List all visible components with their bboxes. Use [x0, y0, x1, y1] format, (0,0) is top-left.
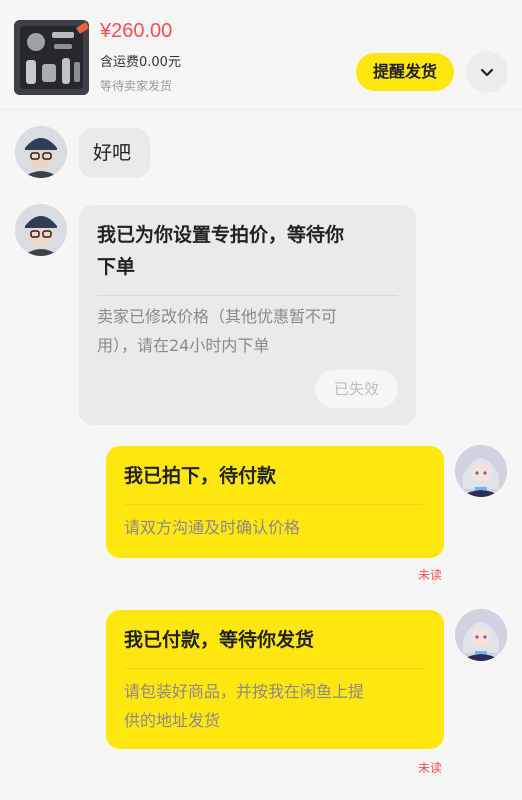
buyer-avatar[interactable] — [455, 609, 507, 661]
order-header: ¥260.00 含运费0.00元 等待卖家发货 提醒发货 — [0, 0, 522, 110]
card-description: 请包装好商品，并按我在闲鱼上提 — [124, 682, 365, 701]
buyer-avatar[interactable] — [455, 445, 507, 497]
message-text: 好吧 — [93, 142, 132, 164]
card-title: 下单 — [97, 256, 136, 278]
order-price: ¥260.00 — [100, 20, 173, 42]
unread-label: 未读 — [418, 568, 443, 582]
product-thumbnail[interactable] — [14, 20, 89, 95]
remind-ship-button[interactable]: 提醒发货 — [356, 53, 454, 91]
card-divider — [124, 504, 426, 505]
price-set-card[interactable]: 我已为你设置专拍价，等待你 下单 卖家已修改价格（其他优惠暂不可 用），请在24… — [79, 205, 416, 425]
order-placed-card[interactable]: 我已拍下，待付款 请双方沟通及时确认价格 — [106, 446, 444, 558]
expand-button[interactable] — [466, 51, 508, 93]
card-description: 请双方沟通及时确认价格 — [124, 518, 301, 537]
card-title: 我已付款，等待你发货 — [124, 629, 315, 651]
card-description: 卖家已修改价格（其他优惠暂不可 — [97, 307, 338, 326]
order-status: 等待卖家发货 — [100, 79, 173, 93]
seller-avatar[interactable] — [15, 126, 67, 178]
card-title: 我已为你设置专拍价，等待你 — [97, 224, 345, 246]
message-bubble: 好吧 — [79, 128, 150, 178]
seller-avatar[interactable] — [15, 204, 67, 256]
card-title: 我已拍下，待付款 — [124, 465, 277, 487]
card-description: 用），请在24小时内下单 — [97, 336, 270, 355]
shipping-fee: 含运费0.00元 — [100, 55, 181, 70]
unread-label: 未读 — [418, 761, 443, 775]
paid-card[interactable]: 我已付款，等待你发货 请包装好商品，并按我在闲鱼上提 供的地址发货 — [106, 610, 444, 749]
chevron-down-icon — [480, 68, 494, 77]
card-divider — [97, 295, 398, 296]
expired-tag: 已失效 — [315, 370, 398, 408]
card-description: 供的地址发货 — [124, 711, 221, 730]
card-divider — [124, 668, 426, 669]
